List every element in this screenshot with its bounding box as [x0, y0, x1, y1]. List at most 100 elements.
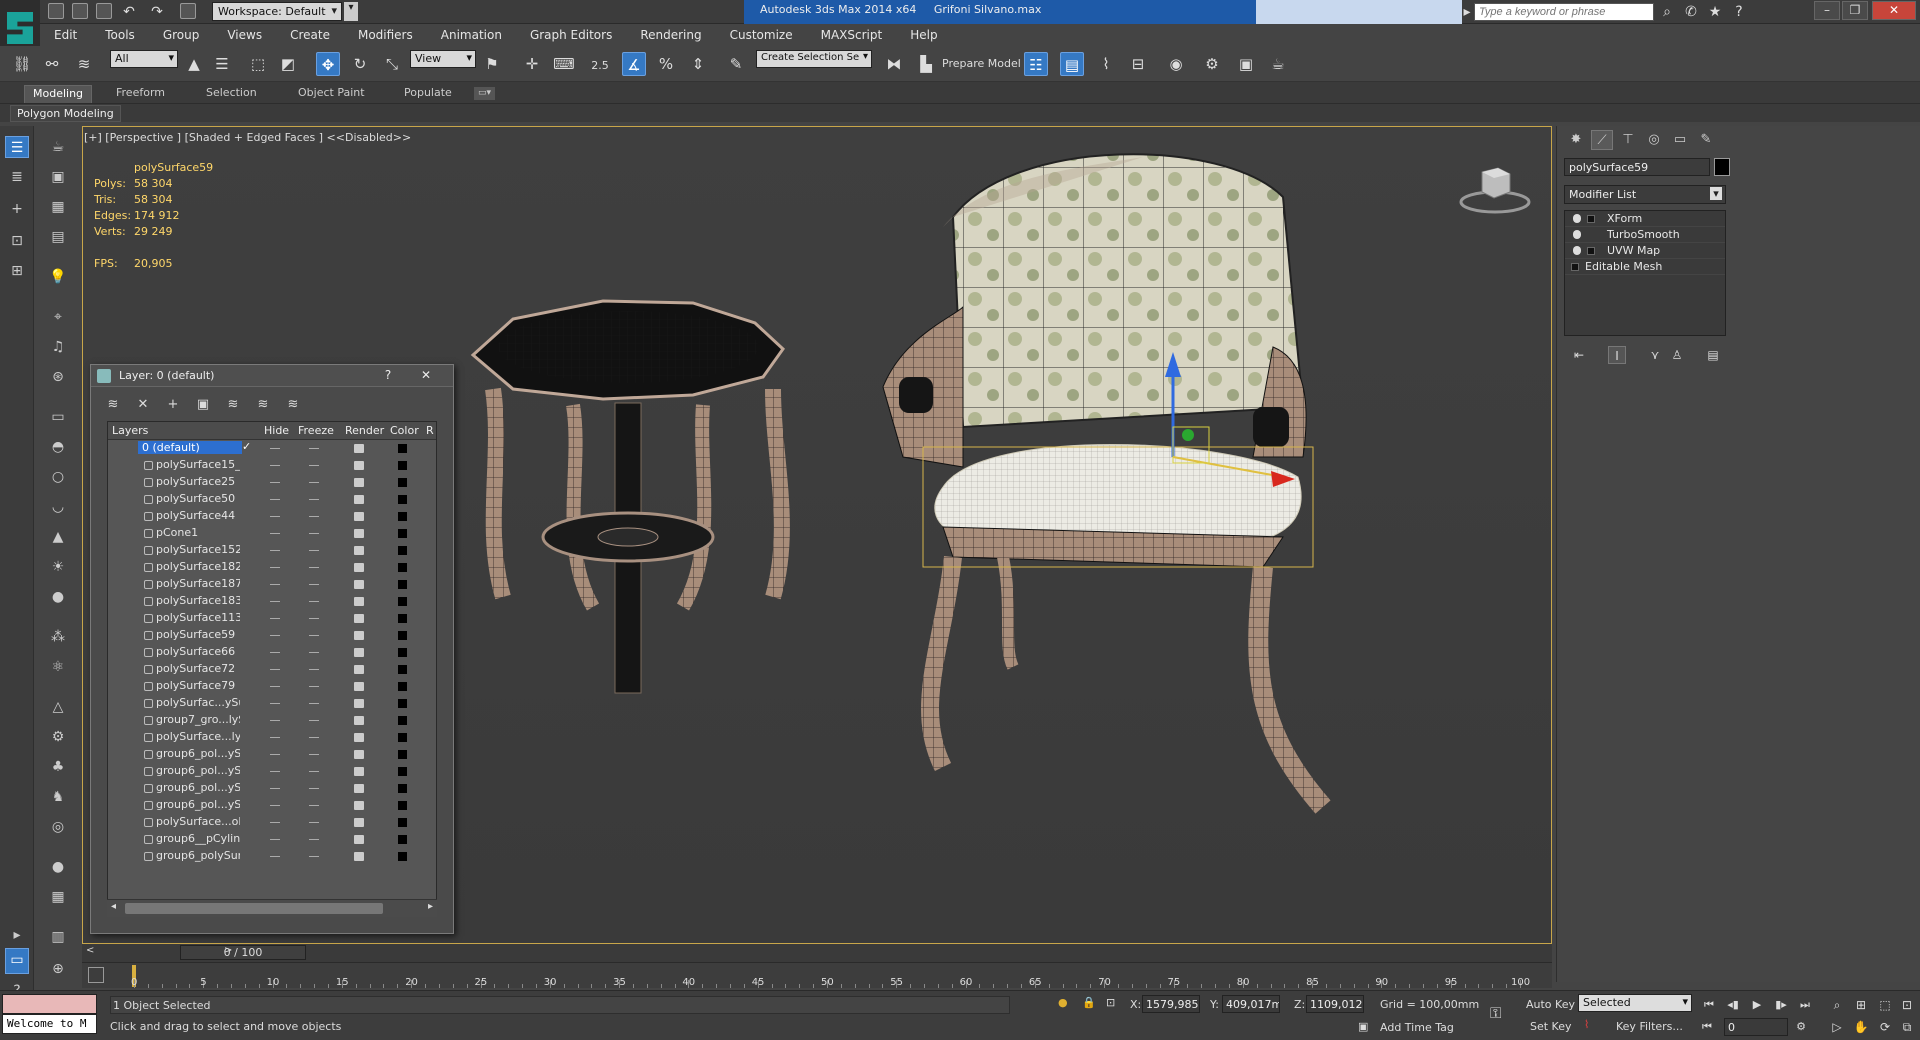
maximize-button[interactable]: ❐ [1842, 1, 1868, 20]
angle-snap-icon[interactable]: ∡ [622, 52, 646, 76]
box-icon[interactable]: ▭ [46, 406, 70, 428]
hide-toggle[interactable] [270, 482, 280, 483]
workspace-toggle-icon[interactable]: ▭ [5, 948, 29, 974]
stack-item-editable-mesh[interactable]: Editable Mesh [1565, 259, 1725, 275]
bulb-icon[interactable] [1573, 214, 1581, 223]
select-in-layer-icon[interactable]: ▣ [193, 395, 213, 415]
building-icon[interactable]: ▦ [46, 886, 70, 908]
layer-row[interactable]: polySurface152 [108, 542, 436, 559]
menu-rendering[interactable]: Rendering [626, 28, 715, 42]
undo-icon[interactable]: ↶ [120, 3, 138, 21]
close-button[interactable]: ✕ [1872, 1, 1916, 20]
object-color-swatch[interactable] [398, 784, 407, 793]
layer-row[interactable]: group6_pol...ySu [108, 763, 436, 780]
freeze-toggle[interactable] [309, 822, 319, 823]
render-toggle-icon[interactable] [354, 597, 364, 606]
layer-row[interactable]: polySurface182 [108, 559, 436, 576]
quick-access-customize[interactable]: ▾ [344, 2, 358, 21]
object-color-swatch[interactable] [398, 682, 407, 691]
ribbon-tab-populate[interactable]: Populate [396, 85, 460, 103]
hide-toggle[interactable] [270, 737, 280, 738]
render-toggle-icon[interactable] [354, 444, 364, 453]
armchair-model[interactable] [882, 153, 1331, 814]
layer-row[interactable]: polySurface...lyS [108, 729, 436, 746]
search-input[interactable] [1474, 3, 1654, 21]
freeze-toggle[interactable] [309, 584, 319, 585]
render-toggle-icon[interactable] [354, 767, 364, 776]
menu-customize[interactable]: Customize [716, 28, 807, 42]
layer-row[interactable]: polySurface113 [108, 610, 436, 627]
help-icon[interactable]: ? [1730, 3, 1748, 21]
render-toggle-icon[interactable] [354, 801, 364, 810]
previous-frame-icon[interactable]: ◂▮ [1724, 996, 1742, 1014]
object-name-field[interactable]: polySurface59 [1564, 158, 1710, 176]
render-toggle-icon[interactable] [354, 546, 364, 555]
freeze-toggle[interactable] [309, 856, 319, 857]
particles-icon[interactable]: ⁂ [46, 626, 70, 648]
scene-explorer-icon[interactable]: ☷ [1024, 52, 1048, 76]
cone-icon[interactable]: ▲ [46, 526, 70, 548]
binoculars-icon[interactable]: ⌕ [1658, 3, 1676, 21]
ball-icon[interactable]: ● [46, 856, 70, 878]
hemisphere-icon[interactable]: ◓ [46, 436, 70, 458]
object-color-swatch[interactable] [398, 767, 407, 776]
menu-animation[interactable]: Animation [427, 28, 516, 42]
expand-box-icon[interactable] [1587, 247, 1595, 255]
highlight-layer-icon[interactable]: ≋ [223, 395, 243, 415]
object-color-swatch[interactable] [398, 631, 407, 640]
hide-toggle[interactable] [270, 805, 280, 806]
freeze-toggle[interactable] [309, 465, 319, 466]
hide-toggle[interactable] [270, 584, 280, 585]
modifier-list-dropdown[interactable]: Modifier List [1564, 185, 1726, 204]
table-model[interactable] [470, 299, 790, 694]
object-color-swatch[interactable] [398, 716, 407, 725]
image-icon[interactable]: ▣ [46, 166, 70, 188]
save-file-icon[interactable] [96, 3, 112, 19]
hierarchy-tab-icon[interactable]: ⊤ [1617, 130, 1639, 150]
render-toggle-icon[interactable] [354, 835, 364, 844]
z-coordinate-field[interactable]: 1109,012m [1306, 995, 1364, 1013]
object-color-swatch[interactable] [398, 478, 407, 487]
col-radiosity[interactable]: R [426, 424, 434, 437]
freeze-toggle[interactable] [309, 771, 319, 772]
show-end-result-icon[interactable]: I [1608, 346, 1626, 364]
layer-dialog-close-button[interactable]: ✕ [413, 367, 439, 383]
time-tag-icon[interactable]: ▣ [1358, 1020, 1368, 1033]
render-toggle-icon[interactable] [354, 631, 364, 640]
render-toggle-icon[interactable] [354, 784, 364, 793]
edit-named-selection-icon[interactable]: ✎ [724, 52, 748, 76]
key-selection-dropdown[interactable]: Selected [1578, 994, 1692, 1012]
stack-item-uvw-map[interactable]: UVW Map [1565, 243, 1725, 259]
material-editor-icon[interactable]: ◉ [1164, 52, 1188, 76]
schematic-view-icon[interactable]: ⊟ [1126, 52, 1150, 76]
redo-icon[interactable]: ↷ [148, 3, 166, 21]
create-tab-icon[interactable]: ✸ [1565, 130, 1587, 150]
spinner-snap-icon[interactable]: ⇕ [686, 52, 710, 76]
freeze-toggle[interactable] [309, 516, 319, 517]
bulb-icon[interactable] [1573, 246, 1581, 255]
absolute-mode-icon[interactable]: ⊡ [1106, 996, 1115, 1009]
freeze-toggle[interactable] [309, 737, 319, 738]
create-icon[interactable]: + [5, 198, 29, 220]
layer-row[interactable]: polySurface44 [108, 508, 436, 525]
col-color[interactable]: Color [390, 424, 419, 437]
container-icon[interactable]: ▥ [46, 926, 70, 948]
stack-item-xform[interactable]: XForm [1565, 211, 1725, 227]
freeze-toggle[interactable] [309, 482, 319, 483]
named-selection-dropdown[interactable]: Create Selection Se [756, 50, 872, 68]
configure-modifier-sets-icon[interactable]: ▤ [1704, 346, 1722, 364]
select-and-scale-icon[interactable]: ⤡ [380, 52, 404, 76]
pyramid-icon[interactable]: △ [46, 696, 70, 718]
create-layer-icon[interactable]: ≋ [103, 395, 123, 415]
layer-row[interactable]: group6_pol...ySu [108, 797, 436, 814]
expand-box-icon[interactable] [1571, 263, 1579, 271]
hide-toggle[interactable] [270, 618, 280, 619]
col-hide[interactable]: Hide [264, 424, 289, 437]
hide-toggle[interactable] [270, 448, 280, 449]
grid-icon[interactable]: ▤ [46, 226, 70, 248]
hide-toggle[interactable] [270, 822, 280, 823]
utilities-tab-icon[interactable]: ✎ [1695, 130, 1717, 150]
layer-row[interactable]: polySurface15_g [108, 457, 436, 474]
snaps-toggle-icon[interactable]: 2.5 [588, 52, 612, 76]
object-color-swatch[interactable] [398, 648, 407, 657]
